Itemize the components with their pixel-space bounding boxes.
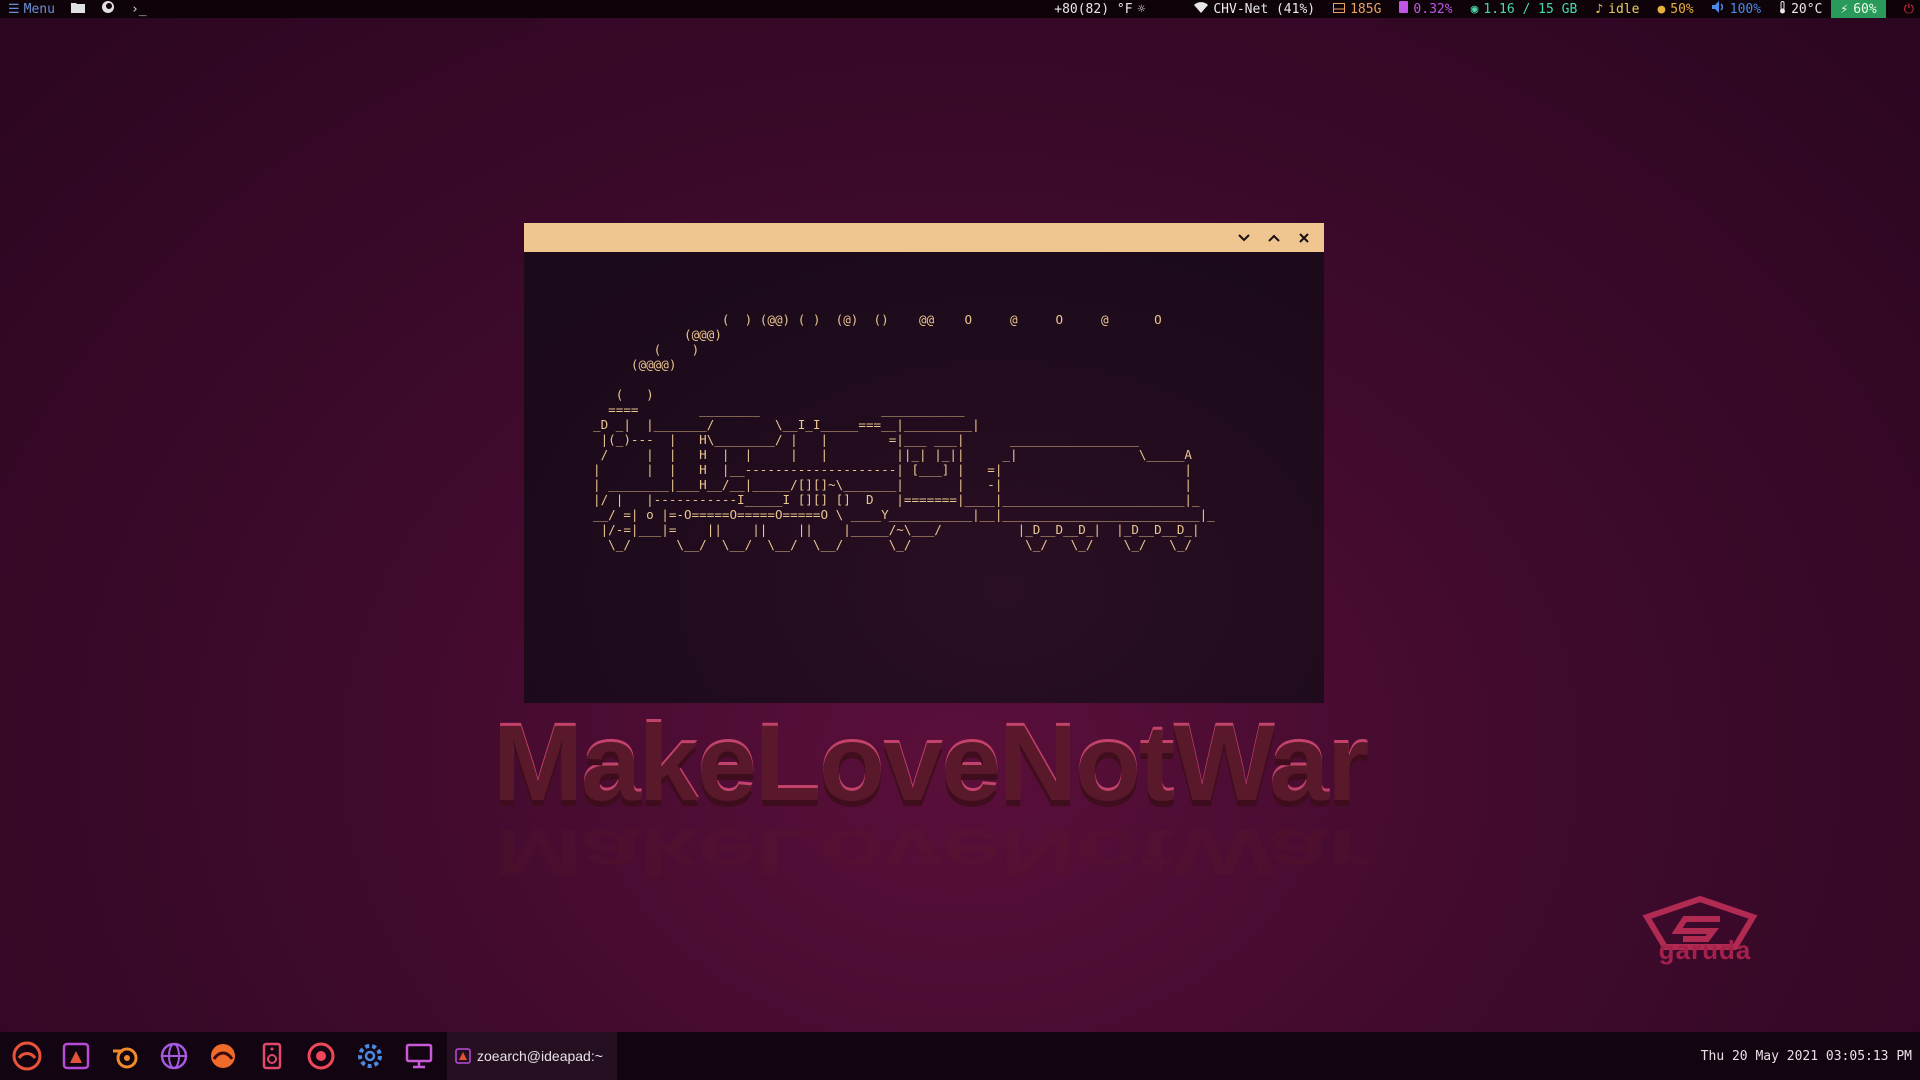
menu-label: Menu [23, 1, 55, 17]
audio-player-icon [262, 1042, 282, 1070]
blender-launcher[interactable] [103, 1034, 147, 1078]
weather-value: +80(82) °F [1054, 1, 1133, 17]
sun-icon: ☼ [1137, 1, 1146, 17]
display-settings-launcher[interactable] [397, 1034, 441, 1078]
speaker-icon [1711, 1, 1725, 17]
temperature-module[interactable]: 20°C [1770, 0, 1831, 18]
maximize-button[interactable] [1266, 230, 1282, 246]
cpu-value: 0.32% [1413, 1, 1453, 17]
garuda-logo-text: garuda [1658, 935, 1752, 965]
wallpaper-slogan: MakeLoveNotWar [492, 702, 1369, 823]
terminal-content[interactable]: ( ) (@@) ( ) (@) () @@ O @ O @ O (@@@) (… [524, 252, 1324, 703]
garuda-menu-icon [12, 1041, 42, 1071]
cpu-module[interactable]: 0.32% [1390, 0, 1461, 18]
minimize-button[interactable] [1236, 230, 1252, 246]
record-app-icon [307, 1042, 335, 1070]
window-titlebar[interactable] [524, 223, 1324, 252]
top-panel: ☰ Menu ›_ +80(82) °F ☼ CHV-Net (41%) 185… [0, 0, 1920, 18]
settings-icon [358, 1044, 382, 1068]
brightness-module[interactable]: ● 50% [1648, 0, 1702, 18]
battery-value: 60% [1853, 1, 1877, 17]
hamburger-icon: ☰ [8, 1, 20, 17]
power-icon: ⏻ [1903, 1, 1914, 17]
memory-module[interactable]: ◉ 1.16 / 15 GB [1462, 0, 1587, 18]
close-button[interactable] [1296, 230, 1312, 246]
disk-icon [1333, 2, 1346, 17]
folder-icon [70, 1, 85, 17]
firedragon-icon [211, 1044, 235, 1068]
terminal-app-icon [455, 1048, 471, 1064]
settings-launcher[interactable] [348, 1034, 392, 1078]
menu-button[interactable]: ☰ Menu [0, 0, 63, 18]
firefox-icon [101, 0, 115, 18]
browser-launch-button[interactable] [93, 0, 123, 18]
volume-module[interactable]: 100% [1703, 0, 1770, 18]
battery-module[interactable]: ⚡ 60% [1831, 0, 1886, 18]
disk-value: 185G [1350, 1, 1382, 17]
terminal-icon: ›_ [130, 1, 147, 17]
volume-value: 100% [1729, 1, 1762, 17]
chevron-down-icon [1238, 233, 1250, 241]
power-button[interactable]: ⏻ [1894, 0, 1920, 18]
terminal-window[interactable]: ( ) (@@) ( ) (@) () @@ O @ O @ O (@@@) (… [524, 223, 1324, 703]
web-browser-launcher[interactable] [152, 1034, 196, 1078]
ascii-train-art: ( ) (@@) ( ) (@) () @@ O @ O @ O (@@@) (… [593, 312, 1215, 552]
garuda-assistant-icon [62, 1042, 90, 1070]
taskbar: zoearch@ideapad:~ Thu 20 May 2021 03:05:… [0, 1032, 1920, 1080]
chevron-up-icon [1268, 234, 1280, 242]
display-settings-icon [405, 1043, 433, 1069]
brightness-value: 50% [1670, 1, 1694, 17]
cpu-icon [1399, 1, 1409, 17]
memory-value: 1.16 / 15 GB [1483, 1, 1578, 17]
temperature-value: 20°C [1791, 1, 1823, 17]
wifi-module[interactable]: CHV-Net (41%) [1154, 0, 1324, 18]
audio-player-launcher[interactable] [250, 1034, 294, 1078]
clock[interactable]: Thu 20 May 2021 03:05:13 PM [1701, 1032, 1912, 1080]
mpd-module[interactable]: ♪ idle [1586, 0, 1648, 18]
wifi-icon [1194, 1, 1209, 17]
record-app-launcher[interactable] [299, 1034, 343, 1078]
brightness-icon: ● [1657, 1, 1666, 17]
mpd-value: idle [1608, 1, 1640, 17]
blender-icon [113, 1047, 138, 1069]
disk-module[interactable]: 185G [1324, 0, 1390, 18]
wifi-value: CHV-Net (41%) [1213, 1, 1316, 17]
close-icon [1299, 232, 1309, 243]
battery-charging-icon: ⚡ [1840, 1, 1849, 17]
music-icon: ♪ [1595, 1, 1604, 17]
wallpaper-slogan-reflection: MakeLoveNotWar [492, 816, 1368, 889]
terminal-launch-button[interactable]: ›_ [123, 0, 155, 18]
thermometer-icon [1779, 0, 1786, 18]
active-task-terminal[interactable]: zoearch@ideapad:~ [447, 1032, 617, 1080]
memory-icon: ◉ [1470, 1, 1479, 17]
file-manager-button[interactable] [63, 0, 93, 18]
web-browser-icon [160, 1042, 188, 1070]
garuda-menu-launcher[interactable] [5, 1034, 49, 1078]
firedragon-launcher[interactable] [201, 1034, 245, 1078]
weather-module[interactable]: +80(82) °F ☼ [1045, 0, 1154, 18]
garuda-assistant-launcher[interactable] [54, 1034, 98, 1078]
active-task-label: zoearch@ideapad:~ [477, 1048, 603, 1064]
